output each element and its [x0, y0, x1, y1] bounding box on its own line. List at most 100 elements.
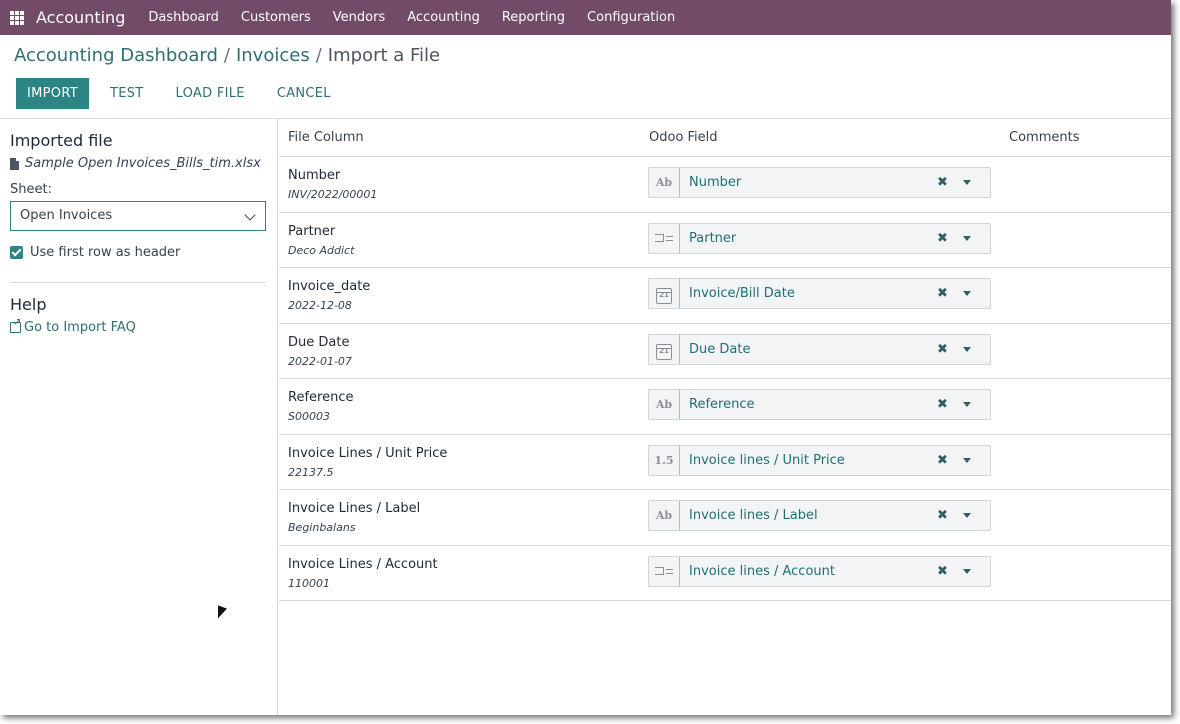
nav-configuration[interactable]: Configuration: [576, 10, 686, 25]
nav-customers[interactable]: Customers: [230, 10, 322, 25]
file-icon: [10, 157, 19, 170]
text-type-icon: Ab: [649, 168, 680, 197]
caret-down-icon[interactable]: [963, 291, 971, 296]
file-column-name: Number: [288, 168, 341, 183]
app-window: Accounting Dashboard Customers Vendors A…: [0, 0, 1171, 715]
file-column-sample: 2022-01-07: [288, 354, 352, 368]
caret-down-icon[interactable]: [963, 457, 971, 463]
app-brand[interactable]: Accounting: [36, 8, 125, 27]
use-header-label[interactable]: Use first row as header: [30, 245, 180, 260]
file-column-name: Partner: [288, 223, 336, 239]
odoo-field-label[interactable]: Invoice/Bill Date: [689, 279, 795, 308]
file-column-sample: 2022-12-08: [288, 299, 352, 312]
file-column-name: Reference: [288, 390, 354, 405]
relation-type-icon: [649, 223, 680, 253]
float-type-icon: 1.5: [649, 445, 680, 475]
external-link-icon: [10, 317, 21, 333]
page-title: Import a File: [327, 45, 441, 66]
breadcrumb: Accounting Dashboard / Invoices / Import…: [14, 45, 440, 66]
odoo-field-label[interactable]: Invoice lines / Unit Price: [689, 446, 845, 475]
odoo-field-label[interactable]: Partner: [689, 224, 736, 253]
file-column-name: Invoice_date: [288, 279, 371, 294]
odoo-field-select[interactable]: Ab Reference ✖: [648, 389, 991, 420]
cancel-button[interactable]: CANCEL: [267, 78, 341, 109]
caret-down-icon[interactable]: [963, 568, 971, 574]
file-column-sample: Deco Addict: [288, 243, 355, 257]
text-type-icon: Ab: [649, 390, 680, 419]
apps-grid-icon[interactable]: [10, 10, 24, 25]
odoo-field-label[interactable]: Number: [689, 168, 741, 197]
test-button[interactable]: TEST: [100, 78, 154, 109]
sheet-label: Sheet:: [10, 182, 52, 197]
file-column-sample: S00003: [288, 410, 330, 423]
import-faq-label[interactable]: Go to Import FAQ: [24, 320, 136, 335]
table-row: Invoice_date 2022-12-08 21 Invoice/Bill …: [279, 268, 1171, 324]
header-odoo-field: Odoo Field: [649, 130, 718, 145]
clear-icon[interactable]: ✖: [937, 501, 948, 530]
nav-accounting[interactable]: Accounting: [396, 10, 491, 25]
import-sidebar: Imported file Sample Open Invoices_Bills…: [0, 119, 278, 715]
odoo-field-select[interactable]: 1.5 Invoice lines / Unit Price ✖: [648, 444, 991, 476]
odoo-field-select[interactable]: 21 Due Date ✖: [648, 333, 991, 365]
help-heading: Help: [10, 295, 47, 314]
nav-reporting[interactable]: Reporting: [491, 10, 576, 25]
table-row: Invoice Lines / Account 110001 Invoice l…: [279, 546, 1171, 601]
use-header-checkbox[interactable]: [10, 246, 23, 259]
table-row: Reference S00003 Ab Reference ✖: [279, 379, 1171, 435]
odoo-field-select[interactable]: Ab Invoice lines / Label ✖: [648, 500, 991, 531]
odoo-field-select[interactable]: Partner ✖: [648, 222, 991, 254]
table-row: Invoice Lines / Unit Price 22137.5 1.5 I…: [279, 435, 1171, 490]
clear-icon[interactable]: ✖: [937, 168, 948, 197]
imported-file-heading: Imported file: [10, 131, 113, 150]
file-column-sample: Beginbalans: [288, 521, 356, 534]
clear-icon[interactable]: ✖: [937, 224, 948, 253]
clear-icon[interactable]: ✖: [937, 279, 948, 308]
action-buttons: IMPORT TEST LOAD FILE CANCEL: [16, 78, 353, 109]
file-column-name: Invoice Lines / Account: [288, 556, 438, 572]
file-column-name: Invoice Lines / Unit Price: [288, 445, 448, 461]
odoo-field-select[interactable]: Ab Number ✖: [648, 167, 991, 198]
caret-down-icon[interactable]: [963, 346, 971, 352]
table-row: Partner Deco Addict Partner ✖: [279, 213, 1171, 268]
nav-dashboard[interactable]: Dashboard: [137, 10, 230, 25]
calendar-icon: 21: [649, 279, 680, 308]
import-button[interactable]: IMPORT: [16, 78, 89, 109]
file-name: Sample Open Invoices_Bills_tim.xlsx: [25, 156, 261, 171]
top-navbar: Accounting Dashboard Customers Vendors A…: [0, 0, 1171, 35]
table-header: File Column Odoo Field Comments: [279, 119, 1171, 157]
caret-down-icon[interactable]: [963, 180, 971, 185]
odoo-field-label[interactable]: Invoice lines / Label: [689, 501, 818, 530]
odoo-field-label[interactable]: Invoice lines / Account: [689, 557, 835, 586]
breadcrumb-accounting-dashboard[interactable]: Accounting Dashboard: [14, 45, 218, 66]
caret-down-icon[interactable]: [963, 235, 971, 241]
file-column-sample: INV/2022/00001: [288, 188, 378, 201]
header-comments: Comments: [1009, 130, 1080, 145]
odoo-field-label[interactable]: Reference: [689, 390, 754, 419]
caret-down-icon[interactable]: [963, 402, 971, 407]
clear-icon[interactable]: ✖: [937, 335, 948, 364]
use-header-row[interactable]: Use first row as header: [10, 245, 180, 260]
file-column-name: Due Date: [288, 334, 350, 350]
odoo-field-select[interactable]: 21 Invoice/Bill Date ✖: [648, 278, 991, 309]
clear-icon[interactable]: ✖: [937, 446, 948, 475]
relation-type-icon: [649, 556, 680, 586]
odoo-field-select[interactable]: Invoice lines / Account ✖: [648, 555, 991, 587]
file-column-sample: 22137.5: [288, 465, 334, 479]
breadcrumb-invoices[interactable]: Invoices: [236, 45, 310, 66]
file-name-line: Sample Open Invoices_Bills_tim.xlsx: [10, 156, 261, 171]
caret-down-icon[interactable]: [963, 513, 971, 518]
header-file-column: File Column: [288, 130, 364, 145]
clear-icon[interactable]: ✖: [937, 390, 948, 419]
mapping-table: File Column Odoo Field Comments Number I…: [279, 119, 1171, 601]
odoo-field-label[interactable]: Due Date: [689, 335, 750, 364]
nav-vendors[interactable]: Vendors: [322, 10, 396, 25]
breadcrumb-separator: /: [315, 45, 322, 66]
table-row: Invoice Lines / Label Beginbalans Ab Inv…: [279, 490, 1171, 546]
load-file-button[interactable]: LOAD FILE: [166, 78, 255, 109]
sheet-select[interactable]: Open Invoices: [10, 201, 266, 231]
table-row: Due Date 2022-01-07 21 Due Date ✖: [279, 324, 1171, 379]
sheet-select-value: Open Invoices: [20, 208, 113, 223]
breadcrumb-separator: /: [223, 45, 230, 66]
clear-icon[interactable]: ✖: [937, 557, 948, 586]
import-faq-link[interactable]: Go to Import FAQ: [10, 317, 136, 335]
